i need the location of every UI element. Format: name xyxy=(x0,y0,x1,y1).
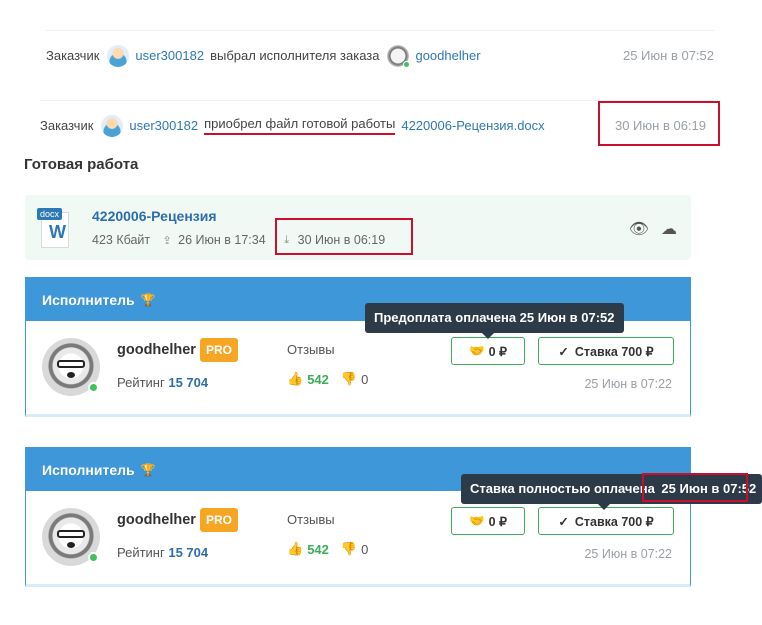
thumbs-down-icon: 👎 xyxy=(340,371,358,386)
deposit-button[interactable]: 🤝 0 ₽ xyxy=(451,337,525,365)
handshake-icon: 🤝 xyxy=(469,513,485,528)
highlight-box xyxy=(642,473,748,502)
check-icon: ✓ xyxy=(558,514,569,529)
check-icon: ✓ xyxy=(558,344,569,359)
section-title: Готовая работа xyxy=(24,156,139,173)
reviews: 👍 542 👎 0 xyxy=(287,541,368,557)
executor-card: Исполнитель 🏆 goodhelher PRO Рейтинг 15 … xyxy=(25,447,691,587)
executor-card: Исполнитель 🏆 goodhelher PRO Рейтинг 15 … xyxy=(25,277,691,417)
word-file-icon: W docx xyxy=(37,208,71,248)
file-extension-label: docx xyxy=(37,208,63,220)
deposit-button[interactable]: 🤝 0 ₽ xyxy=(451,507,525,535)
tooltip: Предоплата оплачена 25 Июн в 07:52 xyxy=(365,303,624,339)
history-role: Заказчик xyxy=(40,118,94,133)
upload-icon: ⇪ xyxy=(162,234,172,247)
online-indicator xyxy=(403,60,411,68)
bid-button[interactable]: ✓ Ставка 700 ₽ xyxy=(538,507,674,535)
history-role: Заказчик xyxy=(46,48,100,63)
positive-count[interactable]: 542 xyxy=(307,542,329,557)
rating: Рейтинг 15 704 xyxy=(117,545,209,560)
file-link[interactable]: 4220006-Рецензия.docx xyxy=(401,118,544,133)
cloud-download-icon[interactable]: ☁ xyxy=(661,219,677,239)
pro-badge: PRO xyxy=(200,338,239,362)
positive-count[interactable]: 542 xyxy=(307,372,329,387)
reviews: 👍 542 👎 0 xyxy=(287,371,368,387)
highlight-box xyxy=(598,101,720,146)
handshake-icon: 🤝 xyxy=(469,343,485,358)
history-row: Заказчик user300182 выбрал исполнителя з… xyxy=(46,30,714,80)
reviews-label: Отзывы xyxy=(287,512,335,527)
online-indicator xyxy=(88,552,99,563)
reviews-label: Отзывы xyxy=(287,342,335,357)
user-avatar[interactable] xyxy=(107,44,130,67)
history-action: выбрал исполнителя заказа xyxy=(210,48,380,63)
executor-date: 25 Июн в 07:22 xyxy=(584,547,672,561)
trophy-icon: 🏆 xyxy=(140,462,156,477)
negative-count[interactable]: 0 xyxy=(361,372,368,387)
online-indicator xyxy=(88,382,99,393)
rating-value: 15 704 xyxy=(168,375,209,390)
eye-icon[interactable]: 👁 xyxy=(629,219,649,239)
executor-name[interactable]: goodhelher xyxy=(117,512,196,528)
user-avatar[interactable] xyxy=(101,114,124,137)
thumbs-up-icon: 👍 xyxy=(287,371,304,386)
highlight-box xyxy=(275,218,413,255)
executor-link[interactable]: goodhelher xyxy=(415,48,480,63)
history-action: приобрел файл готовой работы xyxy=(204,116,396,135)
user-link[interactable]: user300182 xyxy=(135,48,204,63)
negative-count[interactable]: 0 xyxy=(361,542,368,557)
trophy-icon: 🏆 xyxy=(140,292,156,307)
file-size: 423 Кбайт xyxy=(92,233,151,247)
executor-avatar[interactable] xyxy=(387,44,411,68)
bid-button[interactable]: ✓ Ставка 700 ₽ xyxy=(538,337,674,365)
executor-header-label: Исполнитель xyxy=(42,461,135,478)
pro-badge: PRO xyxy=(200,508,239,532)
executor-date: 25 Июн в 07:22 xyxy=(584,377,672,391)
rating: Рейтинг 15 704 xyxy=(117,375,209,390)
thumbs-up-icon: 👍 xyxy=(287,541,304,556)
executor-name[interactable]: goodhelher xyxy=(117,342,196,358)
executor-header-label: Исполнитель xyxy=(42,291,135,308)
file-actions: 👁 ☁ xyxy=(629,219,677,239)
rating-value: 15 704 xyxy=(168,545,209,560)
user-link[interactable]: user300182 xyxy=(129,118,198,133)
thumbs-down-icon: 👎 xyxy=(340,541,358,556)
history-date: 25 Июн в 07:52 xyxy=(622,48,714,63)
file-name[interactable]: 4220006-Рецензия xyxy=(92,208,217,224)
file-uploaded-date: 26 Июн в 17:34 xyxy=(178,233,266,247)
